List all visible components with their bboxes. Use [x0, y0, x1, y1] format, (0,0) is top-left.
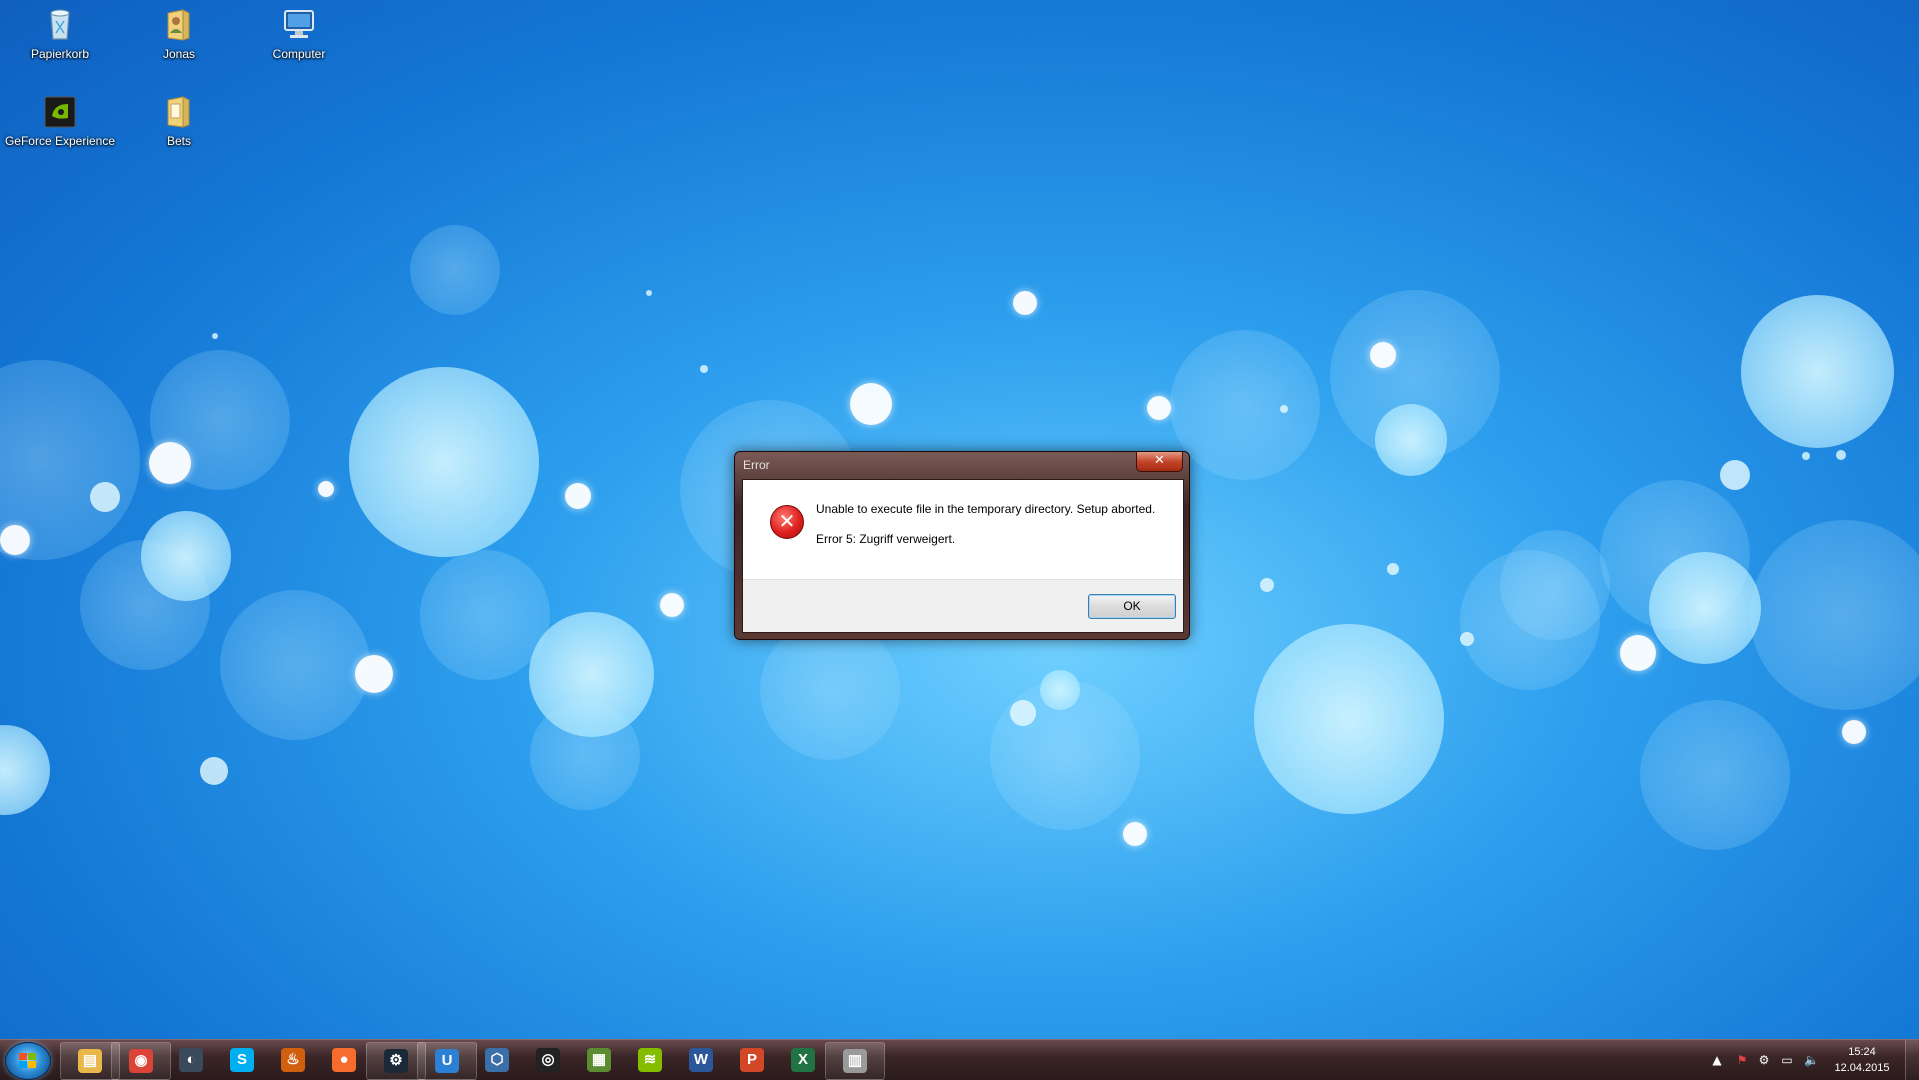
- desktop-icon-label: GeForce Experience: [4, 134, 116, 148]
- taskbar-item-hearthstone[interactable]: ⬡: [468, 1042, 526, 1078]
- chevron-up-icon[interactable]: ▲: [1710, 1053, 1724, 1067]
- uplay-icon: U: [435, 1049, 459, 1073]
- flag-icon[interactable]: ⚑: [1735, 1053, 1749, 1067]
- clock-date: 12.04.2015: [1834, 1062, 1890, 1074]
- excel-icon: X: [791, 1048, 815, 1072]
- geforce-icon: [40, 92, 80, 132]
- desktop-icon-bets[interactable]: Bets: [119, 92, 239, 148]
- close-icon: ✕: [1154, 453, 1165, 468]
- firestorm-icon: ♨: [281, 1048, 305, 1072]
- user-folder-icon: [159, 5, 199, 45]
- recycle-bin-icon: [40, 5, 80, 45]
- desktop-icon-label: Bets: [166, 134, 191, 148]
- clock-time: 15:24: [1848, 1046, 1876, 1058]
- close-button[interactable]: ✕: [1136, 452, 1183, 472]
- skype-icon: S: [230, 1048, 254, 1072]
- spotify-icon: ≋: [638, 1048, 662, 1072]
- taskbar-item-spotify[interactable]: ≋: [621, 1042, 679, 1078]
- desktop-icon-jonas[interactable]: Jonas: [119, 5, 239, 61]
- powerpoint-icon: P: [740, 1048, 764, 1072]
- taskbar-item-obs[interactable]: ◎: [519, 1042, 577, 1078]
- dialog-body: ✕ Unable to execute file in the temporar…: [742, 479, 1184, 633]
- dialog-title: Error: [743, 458, 770, 472]
- taskbar-item-word[interactable]: W: [672, 1042, 730, 1078]
- desktop-icon-geforce-experience[interactable]: GeForce Experience: [0, 92, 120, 148]
- origin-icon: ●: [332, 1048, 356, 1072]
- computer-icon: [279, 5, 319, 45]
- taskbar: ▤ ◉ ◐ S ♨ ● ⚙ U ⬡ ◎ ▦ ≋ W P X ▥ ▲ ⚑ ⚙ ▭ 🔈 15:24 12.04.2…: [0, 1039, 1919, 1080]
- start-button[interactable]: [5, 1042, 51, 1080]
- ok-button[interactable]: OK: [1088, 594, 1176, 619]
- taskbar-item-firestorm[interactable]: ♨: [264, 1042, 322, 1078]
- steam-icon: ⚙: [384, 1049, 408, 1073]
- chrome-icon: ◉: [129, 1049, 153, 1073]
- error-icon: ✕: [770, 505, 804, 539]
- taskbar-item-minecraft[interactable]: ▦: [570, 1042, 628, 1078]
- error-detail: Error 5: Zugriff verweigert.: [816, 532, 956, 546]
- desktop-icon-label: Jonas: [162, 47, 196, 61]
- hearthstone-icon: ⬡: [485, 1048, 509, 1072]
- desktop-icon-computer[interactable]: Computer: [239, 5, 359, 61]
- windows-logo-icon: [19, 1053, 37, 1069]
- taskbar-item-skype[interactable]: S: [213, 1042, 271, 1078]
- obs-icon: ◎: [536, 1048, 560, 1072]
- volume-icon[interactable]: 🔈: [1804, 1053, 1819, 1067]
- error-dialog: Error ✕ ✕ Unable to execute file in the …: [734, 451, 1190, 640]
- setup-icon: ▥: [843, 1049, 867, 1073]
- minecraft-icon: ▦: [587, 1048, 611, 1072]
- taskbar-item-origin[interactable]: ●: [315, 1042, 373, 1078]
- taskbar-item-powerpoint[interactable]: P: [723, 1042, 781, 1078]
- desktop-icon-recycle-bin[interactable]: Papierkorb: [0, 5, 120, 61]
- desktop-icon-label: Computer: [272, 47, 326, 61]
- clock[interactable]: 15:24 12.04.2015: [1822, 1044, 1902, 1076]
- taskbar-item-excel[interactable]: X: [774, 1042, 832, 1078]
- windows-explorer-icon: ▤: [78, 1049, 102, 1073]
- show-desktop-button[interactable]: [1905, 1040, 1919, 1080]
- network-icon[interactable]: ▭: [1780, 1053, 1794, 1067]
- desktop-icon-label: Papierkorb: [30, 47, 90, 61]
- dialog-titlebar[interactable]: Error ✕: [735, 452, 1189, 478]
- teamspeak-icon: ◐: [179, 1048, 203, 1072]
- error-message: Unable to execute file in the temporary …: [816, 502, 1156, 516]
- folder-icon: [159, 92, 199, 132]
- word-icon: W: [689, 1048, 713, 1072]
- dialog-footer: OK: [743, 579, 1183, 632]
- steam-tray-icon[interactable]: ⚙: [1757, 1053, 1771, 1067]
- taskbar-item-teamspeak[interactable]: ◐: [162, 1042, 220, 1078]
- taskbar-item-setup[interactable]: ▥: [825, 1042, 885, 1080]
